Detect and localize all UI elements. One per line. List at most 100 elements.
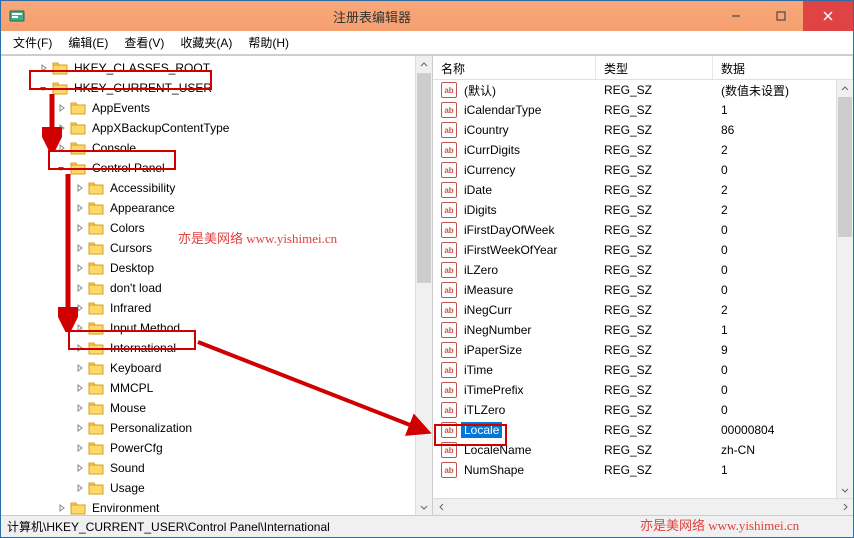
menu-help[interactable]: 帮助(H) [240,32,297,53]
list-row[interactable]: abiLZeroREG_SZ0 [433,260,836,280]
tree-item[interactable]: International [1,338,415,358]
expand-icon[interactable] [73,302,86,315]
menu-edit[interactable]: 编辑(E) [60,32,116,53]
expand-icon[interactable] [73,222,86,235]
list-row[interactable]: abiFirstDayOfWeekREG_SZ0 [433,220,836,240]
menu-view[interactable]: 查看(V) [116,32,172,53]
expand-icon[interactable] [55,502,68,515]
tree-item[interactable]: MMCPL [1,378,415,398]
menu-file[interactable]: 文件(F) [5,32,60,53]
expand-icon[interactable] [73,482,86,495]
minimize-button[interactable] [713,1,758,31]
tree-item[interactable]: Accessibility [1,178,415,198]
column-name[interactable]: 名称 [433,56,596,79]
folder-icon [70,501,86,515]
tree-item[interactable]: Appearance [1,198,415,218]
scroll-right-icon[interactable] [836,499,853,515]
expand-icon[interactable] [73,242,86,255]
collapse-icon[interactable] [55,162,68,175]
list-row[interactable]: abiCalendarTypeREG_SZ1 [433,100,836,120]
collapse-icon[interactable] [37,82,50,95]
string-value-icon: ab [441,462,457,478]
tree-item[interactable]: Keyboard [1,358,415,378]
list-row[interactable]: abiCurrDigitsREG_SZ2 [433,140,836,160]
expand-icon[interactable] [73,422,86,435]
tree-label: Usage [108,480,147,496]
maximize-button[interactable] [758,1,803,31]
scroll-down-icon[interactable] [837,481,853,498]
expand-icon[interactable] [73,402,86,415]
tree-label: Personalization [108,420,194,436]
list-row[interactable]: abiDigitsREG_SZ2 [433,200,836,220]
tree-item[interactable]: HKEY_CLASSES_ROOT [1,58,415,78]
list-row[interactable]: abiTimeREG_SZ0 [433,360,836,380]
tree-item[interactable]: Sound [1,458,415,478]
expand-icon[interactable] [73,442,86,455]
cell-type: REG_SZ [596,203,713,217]
cell-data: 2 [713,203,836,217]
list-scrollbar[interactable] [836,80,853,498]
titlebar[interactable]: 注册表编辑器 [1,1,853,31]
list-row[interactable]: abiPaperSizeREG_SZ9 [433,340,836,360]
tree-item[interactable]: AppXBackupContentType [1,118,415,138]
scroll-left-icon[interactable] [433,499,450,515]
expand-icon[interactable] [73,382,86,395]
list-scrollbar-h[interactable] [433,498,853,515]
expand-icon[interactable] [73,462,86,475]
expand-icon[interactable] [73,362,86,375]
expand-icon[interactable] [55,102,68,115]
list-row[interactable]: abiNegNumberREG_SZ1 [433,320,836,340]
expand-icon[interactable] [73,202,86,215]
tree-item[interactable]: Colors [1,218,415,238]
tree-item[interactable]: Input Method [1,318,415,338]
cell-name: abiTLZero [433,402,596,418]
expand-icon[interactable] [37,62,50,75]
tree-item[interactable]: Console [1,138,415,158]
expand-icon[interactable] [55,122,68,135]
expand-icon[interactable] [73,262,86,275]
values-list[interactable]: ab(默认)REG_SZ(数值未设置)abiCalendarTypeREG_SZ… [433,80,836,498]
expand-icon[interactable] [55,142,68,155]
list-row[interactable]: abiMeasureREG_SZ0 [433,280,836,300]
expand-icon[interactable] [73,182,86,195]
scroll-up-icon[interactable] [416,56,432,73]
scrollbar-thumb[interactable] [417,73,431,283]
list-row[interactable]: abiTimePrefixREG_SZ0 [433,380,836,400]
cell-type: REG_SZ [596,423,713,437]
list-row[interactable]: abiCurrencyREG_SZ0 [433,160,836,180]
list-row[interactable]: abiTLZeroREG_SZ0 [433,400,836,420]
column-data[interactable]: 数据 [713,56,853,79]
list-row[interactable]: abiCountryREG_SZ86 [433,120,836,140]
tree-item[interactable]: Control Panel [1,158,415,178]
scroll-down-icon[interactable] [416,498,432,515]
expand-icon[interactable] [73,342,86,355]
scrollbar-thumb[interactable] [838,97,852,237]
tree-item[interactable]: HKEY_CURRENT_USER [1,78,415,98]
menu-favorites[interactable]: 收藏夹(A) [172,32,240,53]
column-type[interactable]: 类型 [596,56,713,79]
list-row[interactable]: abLocaleNameREG_SZzh-CN [433,440,836,460]
cell-type: REG_SZ [596,163,713,177]
scroll-up-icon[interactable] [837,80,853,97]
tree-scrollbar[interactable] [415,56,432,515]
tree-item[interactable]: PowerCfg [1,438,415,458]
expand-icon[interactable] [73,322,86,335]
registry-tree[interactable]: HKEY_CLASSES_ROOTHKEY_CURRENT_USERAppEve… [1,56,415,515]
list-row[interactable]: abLocaleREG_SZ00000804 [433,420,836,440]
expand-icon[interactable] [73,282,86,295]
list-row[interactable]: abiNegCurrREG_SZ2 [433,300,836,320]
tree-item[interactable]: Infrared [1,298,415,318]
tree-item[interactable]: Usage [1,478,415,498]
list-row[interactable]: abiFirstWeekOfYearREG_SZ0 [433,240,836,260]
tree-item[interactable]: Personalization [1,418,415,438]
tree-item[interactable]: Desktop [1,258,415,278]
tree-item[interactable]: don't load [1,278,415,298]
tree-item[interactable]: Environment [1,498,415,515]
list-row[interactable]: abiDateREG_SZ2 [433,180,836,200]
list-row[interactable]: abNumShapeREG_SZ1 [433,460,836,480]
close-button[interactable] [803,1,853,31]
tree-item[interactable]: Mouse [1,398,415,418]
tree-item[interactable]: AppEvents [1,98,415,118]
list-row[interactable]: ab(默认)REG_SZ(数值未设置) [433,80,836,100]
tree-item[interactable]: Cursors [1,238,415,258]
